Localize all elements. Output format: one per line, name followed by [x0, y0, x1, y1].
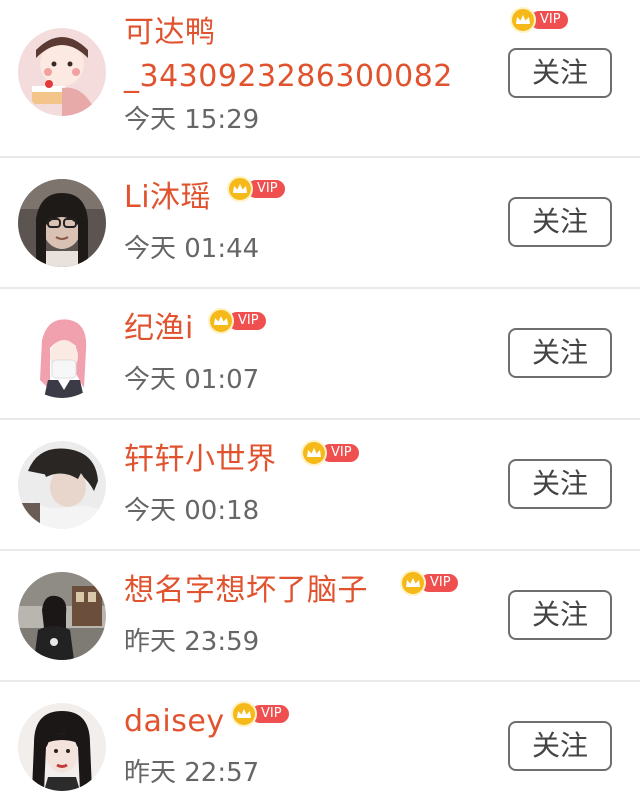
- user-name[interactable]: 可达鸭_3430923286300082: [124, 11, 452, 99]
- list-item[interactable]: daisey VIP 昨天 22:57 关注: [0, 682, 640, 805]
- crown-icon: [231, 701, 257, 727]
- follow-time: 今天 01:44: [124, 234, 260, 264]
- avatar[interactable]: [18, 28, 106, 116]
- user-name[interactable]: 轩轩小世界: [124, 442, 277, 478]
- follow-button[interactable]: 关注: [508, 48, 612, 98]
- crown-icon: [208, 308, 234, 334]
- follow-button[interactable]: 关注: [508, 721, 612, 771]
- avatar[interactable]: [18, 572, 106, 660]
- vip-badge: VIP: [208, 308, 266, 334]
- vip-badge: VIP: [227, 176, 285, 202]
- follow-button[interactable]: 关注: [508, 328, 612, 378]
- avatar[interactable]: [18, 310, 106, 398]
- vip-badge: VIP: [400, 570, 458, 596]
- follow-button[interactable]: 关注: [508, 197, 612, 247]
- avatar[interactable]: [18, 703, 106, 791]
- crown-icon: [301, 440, 327, 466]
- vip-badge: VIP: [510, 7, 568, 33]
- vip-badge: VIP: [301, 440, 359, 466]
- crown-icon: [510, 7, 536, 33]
- list-item[interactable]: Li沐瑶 VIP 今天 01:44 关注: [0, 158, 640, 289]
- user-name[interactable]: Li沐瑶: [124, 180, 211, 216]
- list-item[interactable]: 轩轩小世界 VIP 今天 00:18 关注: [0, 420, 640, 551]
- follower-list: 可达鸭_3430923286300082 VIP 今天 15:29 关注 Li沐…: [0, 0, 640, 805]
- list-item[interactable]: 可达鸭_3430923286300082 VIP 今天 15:29 关注: [0, 0, 640, 158]
- vip-badge: VIP: [231, 701, 289, 727]
- user-name[interactable]: 想名字想坏了脑子: [124, 573, 368, 609]
- follow-time: 今天 00:18: [124, 496, 260, 526]
- follow-button[interactable]: 关注: [508, 459, 612, 509]
- list-item[interactable]: 想名字想坏了脑子 VIP 昨天 23:59 关注: [0, 551, 640, 682]
- follow-button[interactable]: 关注: [508, 590, 612, 640]
- follow-time: 今天 15:29: [124, 105, 260, 135]
- list-item[interactable]: 纪渔i VIP 今天 01:07 关注: [0, 289, 640, 420]
- user-name[interactable]: daisey: [124, 704, 225, 740]
- user-name[interactable]: 纪渔i: [124, 311, 194, 347]
- avatar[interactable]: [18, 441, 106, 529]
- follow-time: 今天 01:07: [124, 365, 260, 395]
- avatar[interactable]: [18, 179, 106, 267]
- follow-time: 昨天 23:59: [124, 627, 260, 657]
- crown-icon: [227, 176, 253, 202]
- crown-icon: [400, 570, 426, 596]
- follow-time: 昨天 22:57: [124, 758, 260, 788]
